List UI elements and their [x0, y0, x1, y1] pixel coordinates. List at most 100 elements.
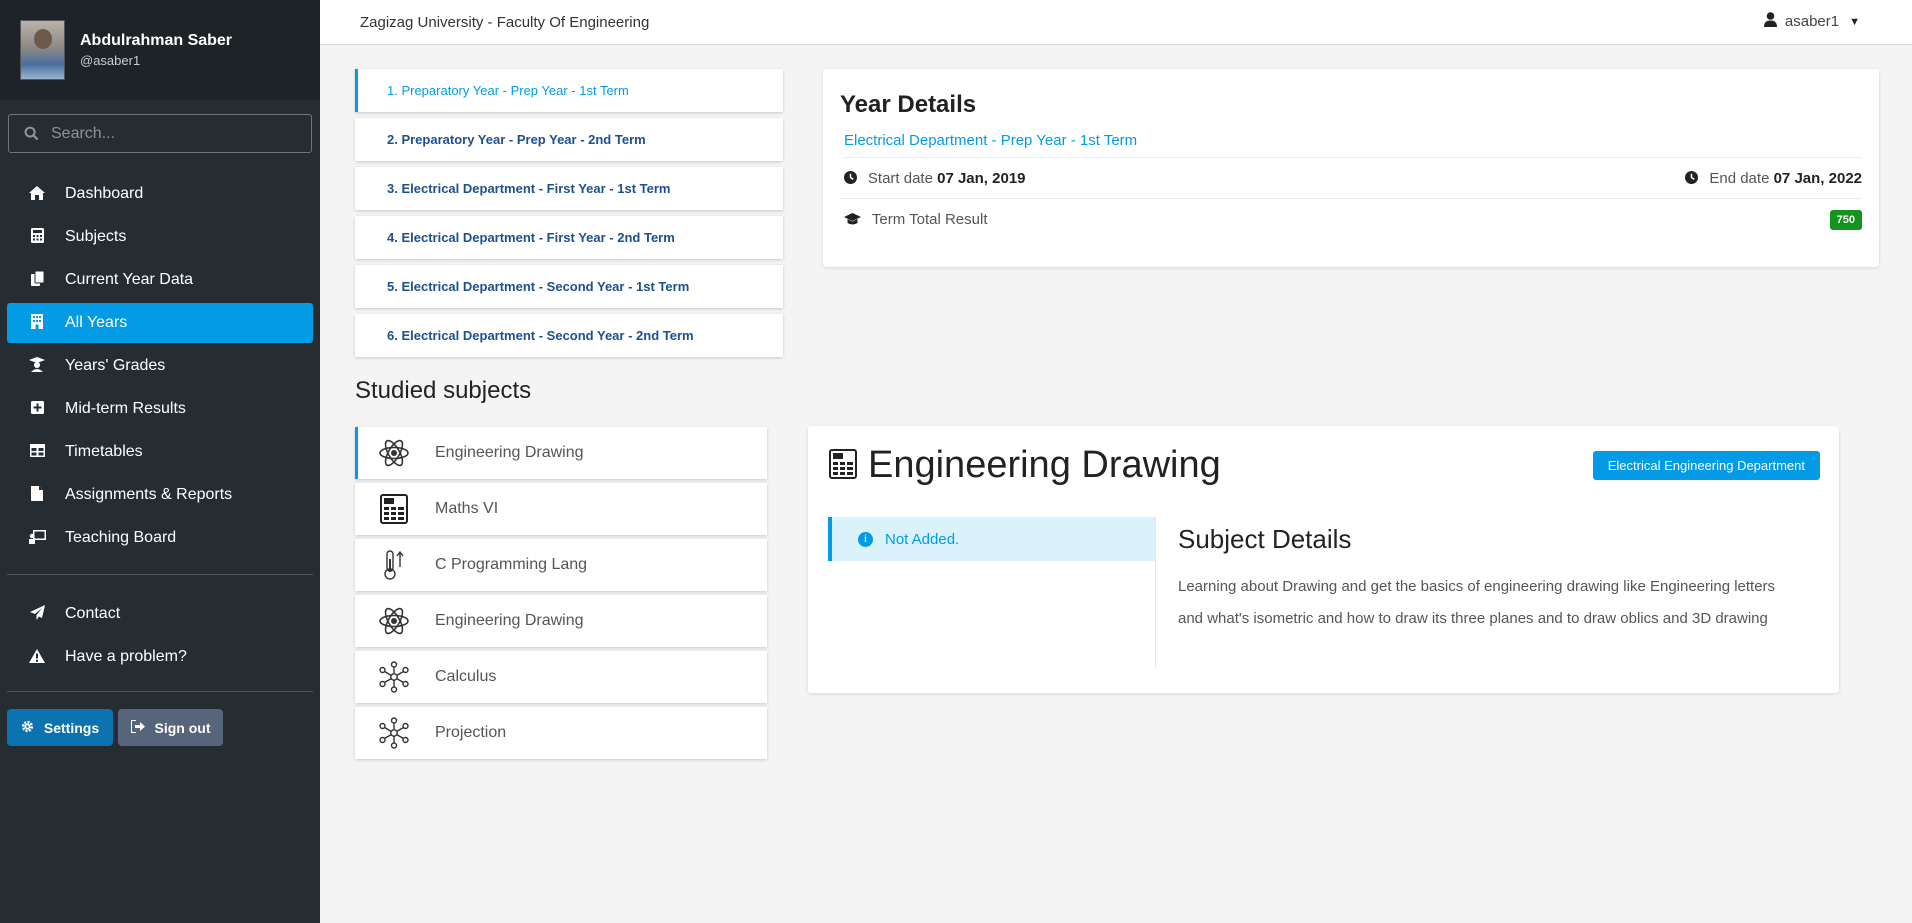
graduate-icon — [27, 357, 47, 375]
sidebar-item-teaching-board[interactable]: Teaching Board — [7, 518, 313, 558]
sidebar-item-contact[interactable]: Contact — [7, 594, 313, 634]
year-details-link[interactable]: Electrical Department - Prep Year - 1st … — [844, 132, 1862, 158]
studied-subjects-title: Studied subjects — [355, 377, 532, 404]
sidebar-item-all-years[interactable]: All Years — [7, 303, 313, 343]
sidebar-item-label: Contact — [65, 605, 121, 622]
calculator-icon — [377, 492, 411, 526]
subject-label: Calculus — [435, 668, 497, 685]
calculator-icon — [27, 228, 47, 246]
sidebar-item-years-grades[interactable]: Years' Grades — [7, 346, 313, 386]
subject-label: Engineering Drawing — [435, 444, 584, 461]
chalkboard-icon — [27, 529, 47, 547]
sidebar-item-problem[interactable]: Have a problem? — [7, 637, 313, 677]
year-item[interactable]: 4. Electrical Department - First Year - … — [355, 216, 783, 259]
subject-item[interactable]: Engineering Drawing — [355, 595, 767, 647]
page-title: Zagizag University - Faculty Of Engineer… — [360, 14, 650, 31]
graduation-cap-icon — [844, 211, 865, 227]
sidebar-item-label: Dashboard — [65, 185, 144, 202]
start-date-value: 07 Jan, 2019 — [937, 169, 1026, 187]
sign-out-label: Sign out — [154, 719, 211, 736]
avatar[interactable] — [20, 20, 65, 80]
thermometer-icon — [377, 548, 411, 582]
sidebar-item-label: Assignments & Reports — [65, 486, 233, 503]
sidebar-item-mid-term-results[interactable]: Mid-term Results — [7, 389, 313, 429]
user-icon — [1763, 12, 1777, 31]
subject-label: Projection — [435, 724, 507, 741]
year-item[interactable]: 3. Electrical Department - First Year - … — [355, 167, 783, 210]
network-icon — [377, 660, 411, 694]
sidebar-item-label: All Years — [65, 314, 128, 331]
clock-icon — [1685, 170, 1702, 186]
network-icon — [377, 716, 411, 750]
subject-item[interactable]: Maths VI — [355, 483, 767, 535]
sidebar-item-label: Mid-term Results — [65, 400, 186, 417]
search-input[interactable] — [51, 124, 301, 143]
sidebar-item-label: Timetables — [65, 443, 143, 460]
profile-name: Abdulrahman Saber — [80, 32, 233, 49]
subject-label: Engineering Drawing — [435, 612, 584, 629]
total-result-badge: 750 — [1829, 209, 1862, 230]
sidebar-item-dashboard[interactable]: Dashboard — [7, 174, 313, 214]
subject-label: C Programming Lang — [435, 556, 588, 573]
username: asaber1 — [1784, 13, 1840, 30]
start-date-label: Start date — [867, 169, 933, 187]
search-box[interactable] — [8, 114, 312, 153]
sidebar-item-timetables[interactable]: Timetables — [7, 432, 313, 472]
subject-item[interactable]: Projection — [355, 707, 767, 759]
atom-icon — [377, 604, 411, 638]
settings-label: Settings — [43, 719, 100, 736]
top-bar: Zagizag University - Faculty Of Engineer… — [320, 0, 1912, 45]
table-icon — [27, 444, 47, 460]
chevron-down-icon: ▼ — [1849, 15, 1860, 28]
year-item[interactable]: 2. Preparatory Year - Prep Year - 2nd Te… — [355, 118, 783, 161]
sidebar-item-subjects[interactable]: Subjects — [7, 217, 313, 257]
total-result-label: Term Total Result — [871, 211, 988, 228]
atom-icon — [377, 436, 411, 470]
subject-title: Engineering Drawing — [868, 444, 1221, 486]
sidebar-item-current-year-data[interactable]: Current Year Data — [7, 260, 313, 300]
subject-details-title: Subject Details — [1178, 524, 1352, 554]
settings-button[interactable]: Settings — [7, 709, 113, 746]
year-list: 1. Preparatory Year - Prep Year - 1st Te… — [355, 69, 783, 363]
subject-detail-card: Engineering Drawing Electrical Engineeri… — [808, 426, 1839, 693]
profile-handle: @asaber1 — [80, 53, 141, 68]
sidebar-item-assignments-reports[interactable]: Assignments & Reports — [7, 475, 313, 515]
building-icon — [27, 314, 47, 332]
sidebar-item-label: Teaching Board — [65, 529, 177, 546]
sidebar-divider — [7, 574, 313, 575]
sidebar-item-label: Subjects — [65, 228, 127, 245]
year-item[interactable]: 5. Electrical Department - Second Year -… — [355, 265, 783, 308]
card-divider — [1155, 517, 1156, 667]
sidebar-item-label: Years' Grades — [65, 357, 166, 374]
total-result-row: Term Total Result 750 — [840, 199, 1862, 240]
profile-header: Abdulrahman Saber @asaber1 — [0, 0, 320, 100]
subject-item[interactable]: Calculus — [355, 651, 767, 703]
status-text: Not Added. — [885, 530, 960, 548]
calculator-icon — [828, 448, 858, 482]
gear-icon — [21, 720, 34, 736]
subject-item[interactable]: C Programming Lang — [355, 539, 767, 591]
sidebar-item-label: Have a problem? — [65, 648, 187, 665]
subject-label: Maths VI — [435, 500, 499, 517]
end-date-value: 07 Jan, 2022 — [1773, 169, 1862, 187]
paper-plane-icon — [27, 605, 47, 623]
sidebar-nav: Dashboard Subjects Current Year Data All… — [7, 174, 313, 561]
user-menu[interactable]: asaber1 ▼ — [1763, 12, 1860, 31]
warning-icon — [27, 648, 47, 666]
year-details-title: Year Details — [840, 91, 977, 118]
home-icon — [27, 185, 47, 203]
sign-out-button[interactable]: Sign out — [118, 709, 223, 746]
sidebar-secondary-nav: Contact Have a problem? — [7, 594, 313, 680]
subject-list: Engineering Drawing Maths VI C Programmi… — [355, 427, 767, 763]
subject-details-text: Learning about Drawing and get the basic… — [1178, 578, 1776, 627]
year-item[interactable]: 6. Electrical Department - Second Year -… — [355, 314, 783, 357]
department-badge[interactable]: Electrical Engineering Department — [1592, 451, 1820, 480]
sidebar: Abdulrahman Saber @asaber1 Dashboard Sub… — [0, 0, 320, 923]
info-icon: i — [858, 531, 873, 547]
subject-item[interactable]: Engineering Drawing — [355, 427, 767, 479]
year-item[interactable]: 1. Preparatory Year - Prep Year - 1st Te… — [355, 69, 783, 112]
date-row: Start date 07 Jan, 2019 End date 07 Jan,… — [840, 158, 1862, 199]
sign-out-icon — [129, 718, 145, 736]
status-alert: i Not Added. — [828, 517, 1156, 561]
search-icon — [24, 126, 39, 141]
